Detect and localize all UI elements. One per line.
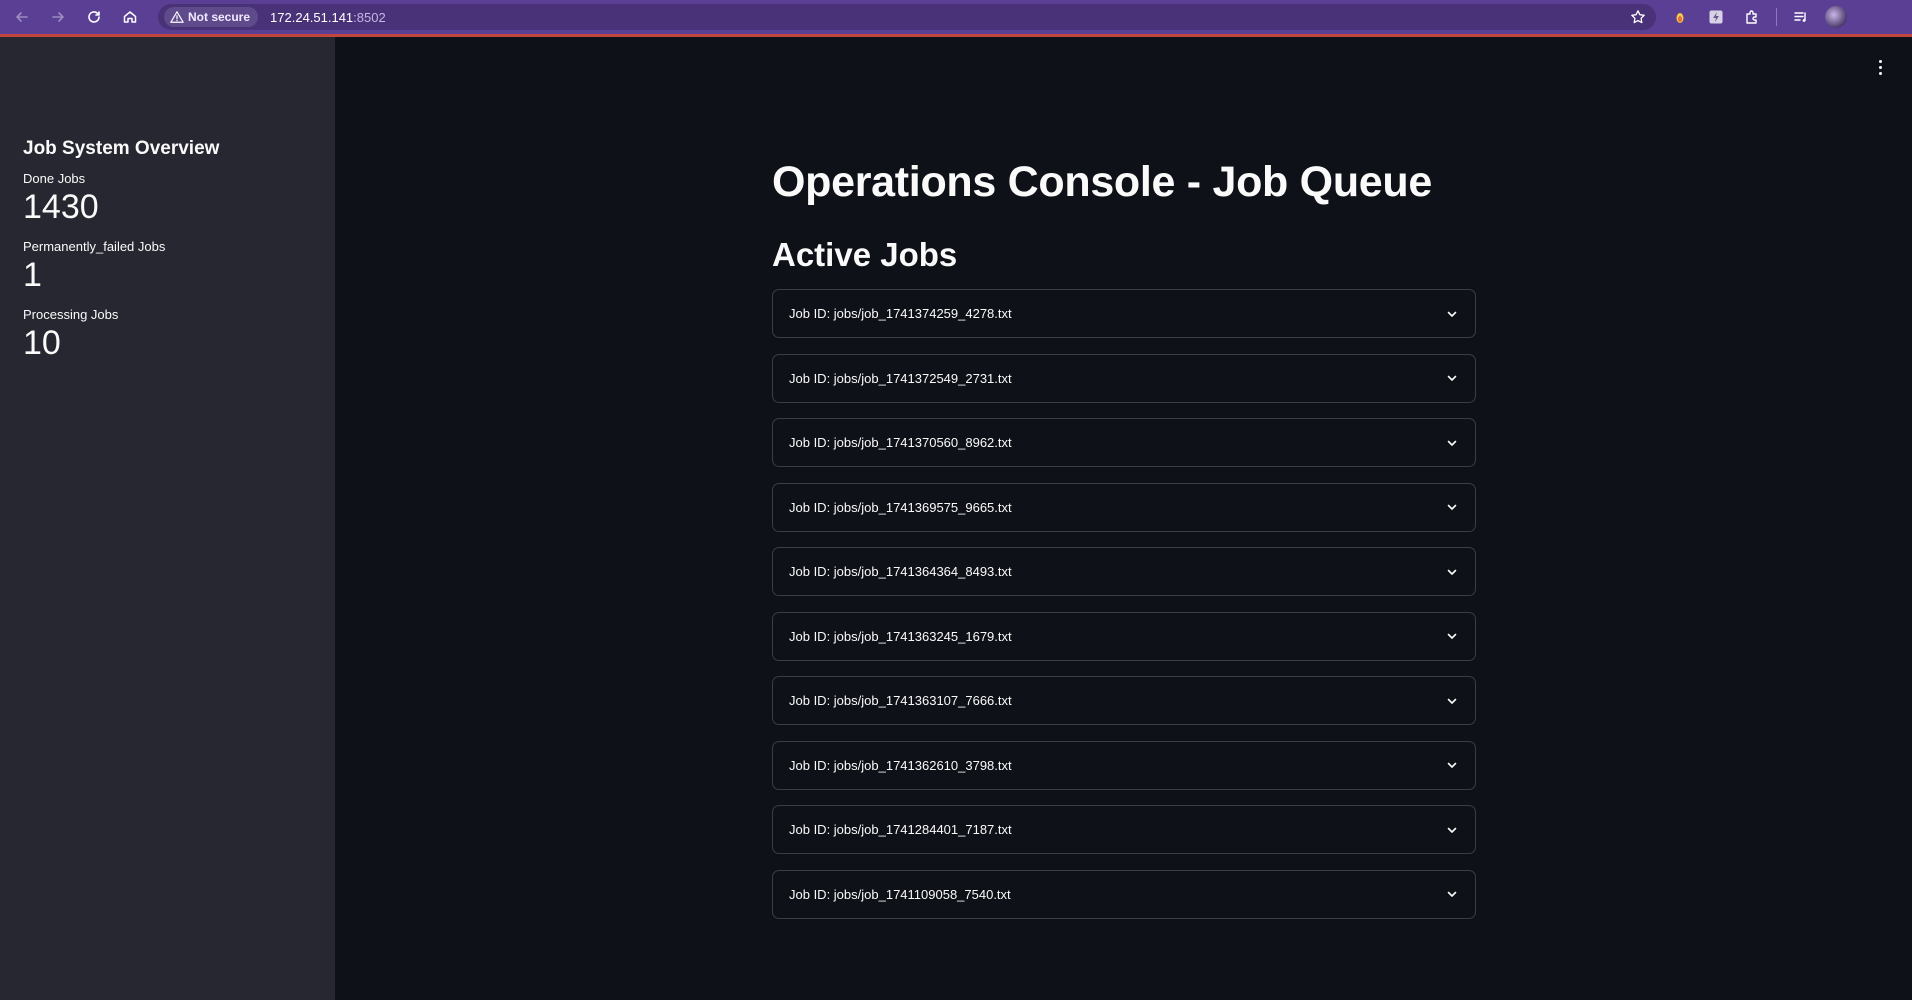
chevron-down-icon (1447, 504, 1457, 510)
metric-done-jobs: Done Jobs 1430 (23, 171, 312, 227)
job-expander[interactable]: Job ID: jobs/job_1741374259_4278.txt (772, 289, 1476, 338)
job-expander[interactable]: Job ID: jobs/job_1741362610_3798.txt (772, 740, 1476, 790)
job-expander[interactable]: Job ID: jobs/job_1741372549_2731.txt (772, 353, 1476, 403)
job-label: Job ID: jobs/job_1741370560_8962.txt (789, 435, 1012, 450)
job-expander[interactable]: Job ID: jobs/job_1741363107_7666.txt (772, 676, 1476, 725)
job-expander[interactable]: Job ID: jobs/job_1741369575_9665.txt (772, 482, 1476, 532)
chevron-down-icon (1447, 375, 1457, 381)
metric-value: 10 (23, 324, 61, 362)
profile-avatar[interactable] (1825, 6, 1847, 28)
metric-label: Permanently_failed Jobs (23, 239, 166, 254)
chevron-down-icon (1447, 827, 1457, 833)
url-host: 172.24.51.141 (270, 9, 354, 25)
sidebar-title: Job System Overview (23, 138, 220, 159)
bookmark-star-icon[interactable] (1630, 9, 1646, 25)
chevron-down-icon (1447, 440, 1457, 446)
browser-toolbar: Not secure 172.24.51.141:8502 (0, 0, 1912, 34)
metric-label: Processing Jobs (23, 307, 119, 322)
chevron-down-icon (1447, 633, 1457, 639)
job-label: Job ID: jobs/job_1741374259_4278.txt (789, 306, 1012, 321)
job-label: Job ID: jobs/job_1741363107_7666.txt (789, 693, 1012, 708)
section-title: Active Jobs (772, 236, 958, 273)
metric-value: 1430 (23, 188, 99, 226)
warning-icon (170, 11, 184, 23)
job-expander[interactable]: Job ID: jobs/job_1741363245_1679.txt (772, 611, 1476, 661)
main-menu-button[interactable] (1870, 57, 1890, 77)
extension-button-2[interactable] (1704, 5, 1728, 29)
arrow-left-icon (16, 12, 28, 22)
reload-icon (88, 11, 100, 23)
extensions-menu-button[interactable] (1740, 5, 1764, 29)
chevron-down-icon (1447, 698, 1457, 704)
chevron-down-icon (1447, 569, 1457, 575)
job-label: Job ID: jobs/job_1741362610_3798.txt (789, 757, 1012, 773)
reload-button[interactable] (80, 3, 108, 31)
security-badge[interactable]: Not secure (164, 7, 259, 27)
kebab-dot (1878, 59, 1882, 63)
home-icon (123, 11, 137, 23)
kebab-dot (1878, 71, 1882, 75)
kebab-dot (1878, 65, 1882, 69)
page-title: Operations Console - Job Queue (772, 158, 1432, 206)
back-button[interactable] (8, 3, 36, 31)
job-label: Job ID: jobs/job_1741284401_7187.txt (789, 822, 1012, 837)
home-button[interactable] (116, 3, 144, 31)
chevron-down-icon (1447, 311, 1457, 317)
address-bar[interactable]: Not secure 172.24.51.141:8502 (158, 4, 1656, 30)
job-expander[interactable]: Job ID: jobs/job_1741364364_8493.txt (772, 547, 1476, 596)
sidebar: Job System Overview Done Jobs 1430 Perma… (0, 37, 335, 1000)
url-port: :8502 (353, 9, 386, 25)
main-content: Operations Console - Job Queue Active Jo… (772, 37, 1476, 934)
job-label: Job ID: jobs/job_1741369575_9665.txt (789, 499, 1012, 515)
metric-failed-jobs: Permanently_failed Jobs 1 (23, 239, 312, 295)
job-label: Job ID: jobs/job_1741364364_8493.txt (789, 564, 1012, 579)
security-label: Not secure (188, 10, 251, 24)
job-label: Job ID: jobs/job_1741109058_7540.txt (789, 886, 1011, 902)
job-expander[interactable]: Job ID: jobs/job_1741109058_7540.txt (772, 869, 1476, 919)
main-area: Operations Console - Job Queue Active Jo… (335, 37, 1912, 1000)
metric-processing-jobs: Processing Jobs 10 (23, 307, 312, 363)
reading-list-button[interactable] (1789, 5, 1813, 29)
job-list: Job ID: jobs/job_1741374259_4278.txt Job… (772, 289, 1476, 919)
job-label: Job ID: jobs/job_1741363245_1679.txt (789, 628, 1012, 644)
chevron-down-icon (1447, 762, 1457, 768)
job-label: Job ID: jobs/job_1741372549_2731.txt (789, 370, 1012, 386)
flame-icon (1676, 13, 1684, 23)
metric-value: 1 (23, 256, 42, 294)
puzzle-icon (1746, 10, 1757, 24)
lightning-icon (1709, 10, 1723, 24)
forward-button[interactable] (44, 3, 72, 31)
extension-button-1[interactable] (1668, 5, 1692, 29)
metric-label: Done Jobs (23, 171, 86, 186)
url-text[interactable]: 172.24.51.141:8502 (270, 10, 386, 25)
toolbar-separator (1776, 8, 1777, 26)
chevron-down-icon (1447, 891, 1457, 897)
playlist-icon (1794, 12, 1806, 22)
job-expander[interactable]: Job ID: jobs/job_1741370560_8962.txt (772, 418, 1476, 467)
arrow-right-icon (52, 12, 64, 22)
job-expander[interactable]: Job ID: jobs/job_1741284401_7187.txt (772, 805, 1476, 854)
